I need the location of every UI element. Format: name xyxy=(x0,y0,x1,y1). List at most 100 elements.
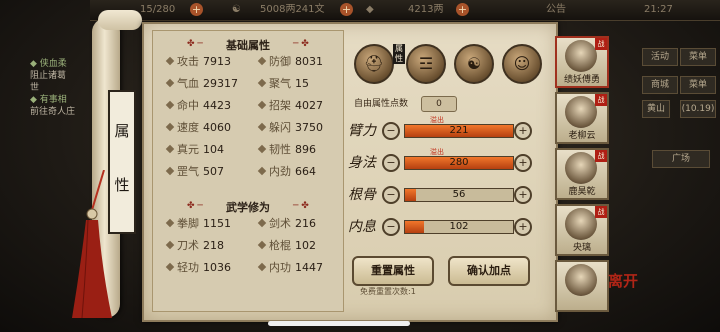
battle-badge: 战 xyxy=(595,206,607,218)
point-value: 102 xyxy=(449,221,469,232)
stat-row: 真元 104 xyxy=(165,143,224,157)
point-bar: 221 xyxy=(404,124,514,138)
stat-row: 枪棍 102 xyxy=(257,239,316,253)
stat-row: 韧性 896 xyxy=(257,143,316,157)
stat-label: 剑术 xyxy=(269,217,291,230)
companion-name: 绩妖傅勇 xyxy=(563,75,600,85)
stat-row: 轻功 1036 xyxy=(165,261,231,275)
stat-bullet-icon xyxy=(257,262,267,272)
confirm-points-button[interactable]: 确认加点 xyxy=(448,256,530,286)
companion-portrait[interactable] xyxy=(555,260,609,312)
battle-badge: 战 xyxy=(595,94,607,106)
location-label: 黄山 xyxy=(642,100,670,118)
point-bar: 102 xyxy=(404,220,514,234)
stat-value: 3750 xyxy=(295,121,323,134)
stat-row: 剑术 216 xyxy=(257,217,316,231)
scene-button[interactable]: 广场 xyxy=(652,150,710,168)
stat-bullet-icon xyxy=(165,240,175,250)
leave-label: 离开 xyxy=(607,272,638,290)
menu-button-2[interactable]: 菜单 xyxy=(680,76,716,94)
increase-button[interactable]: + xyxy=(514,154,532,172)
menu-button[interactable]: 菜单 xyxy=(680,48,716,66)
overflow-label: 溢出 xyxy=(430,116,444,124)
stat-bullet-icon xyxy=(257,144,267,154)
decrease-button[interactable]: − xyxy=(382,154,400,172)
stat-bullet-icon xyxy=(165,100,175,110)
stat-bullet-icon xyxy=(165,122,175,132)
add-money-button[interactable]: + xyxy=(340,3,353,16)
side-menu: 活动 菜单 商城 菜单 黄山 (10.19) 广场 xyxy=(640,40,720,180)
stat-value: 102 xyxy=(295,239,316,252)
reset-count-text: 免费重置次数:1 xyxy=(360,287,416,296)
stat-row: 罡气 507 xyxy=(165,165,224,179)
stat-label: 命中 xyxy=(177,99,199,112)
leave-button[interactable]: 离开 xyxy=(604,272,642,312)
energy-value: 15/280 xyxy=(140,4,176,15)
stat-label: 真元 xyxy=(177,143,199,156)
decrease-button[interactable]: − xyxy=(382,122,400,140)
companion-portrait[interactable]: 战老柳云 xyxy=(555,92,609,144)
stat-bullet-icon xyxy=(165,262,175,272)
stat-row: 命中 4423 xyxy=(165,99,231,113)
stat-value: 218 xyxy=(203,239,224,252)
quest-bullet-icon: ◆ xyxy=(30,95,40,105)
companion-portrait[interactable]: 战绩妖傅勇 xyxy=(555,36,609,88)
avatar-figure-icon[interactable]: ☺ xyxy=(502,44,542,84)
add-ingot-button[interactable]: + xyxy=(456,3,469,16)
point-value: 56 xyxy=(452,189,466,200)
money-value: 5008两241文 xyxy=(260,4,325,15)
attr-name: 根骨 xyxy=(348,187,376,203)
scroll-rod-cap xyxy=(98,10,142,30)
reset-attrs-button[interactable]: 重置属性 xyxy=(352,256,434,286)
ingot-icon: ◆ xyxy=(366,4,374,15)
stat-bullet-icon xyxy=(165,218,175,228)
stat-label: 刀术 xyxy=(177,239,199,252)
stat-bullet-icon xyxy=(165,166,175,176)
quest-desc: 前往奇人庄 xyxy=(30,107,76,117)
shop-button[interactable]: 商城 xyxy=(642,76,678,94)
stat-row: 躲闪 3750 xyxy=(257,121,323,135)
stat-bullet-icon xyxy=(257,100,267,110)
increase-button[interactable]: + xyxy=(514,122,532,140)
companion-list: 战绩妖傅勇战老柳云战鹿昊乾战央璃 xyxy=(555,30,609,320)
yinyang-icon: ☯ xyxy=(466,54,482,73)
companion-portrait[interactable]: 战央璃 xyxy=(555,204,609,256)
companion-face xyxy=(565,264,597,296)
home-indicator[interactable] xyxy=(268,321,410,326)
location-coords: (10.19) xyxy=(680,100,716,118)
companion-name: 老柳云 xyxy=(568,131,596,141)
stat-row: 招架 4027 xyxy=(257,99,323,113)
stat-bullet-icon xyxy=(257,166,267,176)
add-energy-button[interactable]: + xyxy=(190,3,203,16)
decrease-button[interactable]: − xyxy=(382,186,400,204)
point-value: 280 xyxy=(449,157,469,168)
clock: 21:27 xyxy=(644,4,673,15)
stat-row: 内劲 664 xyxy=(257,165,316,179)
increase-button[interactable]: + xyxy=(514,186,532,204)
quest-bullet-icon: ◆ xyxy=(30,59,40,69)
stat-row: 气血 29317 xyxy=(165,77,238,91)
stat-label: 内功 xyxy=(269,261,291,274)
activity-button[interactable]: 活动 xyxy=(642,48,678,66)
stat-label: 枪棍 xyxy=(269,239,291,252)
avatar-yinyang-icon[interactable]: ☯ xyxy=(454,44,494,84)
avatar-hat-icon[interactable]: ⛑ xyxy=(354,44,394,84)
stat-bullet-icon xyxy=(257,218,267,228)
decrease-button[interactable]: − xyxy=(382,218,400,236)
avatar-scroll-icon[interactable]: ☲ xyxy=(406,44,446,84)
attr-name: 臂力 xyxy=(348,123,376,139)
stat-label: 韧性 xyxy=(269,143,291,156)
scroll-icon: ☲ xyxy=(418,54,434,73)
battle-badge: 战 xyxy=(595,38,607,50)
companion-portrait[interactable]: 战鹿昊乾 xyxy=(555,148,609,200)
stat-label: 拳脚 xyxy=(177,217,199,230)
increase-button[interactable]: + xyxy=(514,218,532,236)
stat-label: 速度 xyxy=(177,121,199,134)
base-attrs-title: 基础属性 xyxy=(226,39,270,52)
stat-label: 聚气 xyxy=(269,77,291,90)
companion-name: 鹿昊乾 xyxy=(568,187,596,197)
notice-button[interactable]: 公告 xyxy=(546,3,566,17)
scroll-title-char: 属 xyxy=(114,122,130,140)
stat-value: 4423 xyxy=(203,99,231,112)
side-quest-panel[interactable]: ◆ 侠血柔 阻止诸葛 世 ◆ 有事相 前往奇人庄 xyxy=(30,58,100,128)
